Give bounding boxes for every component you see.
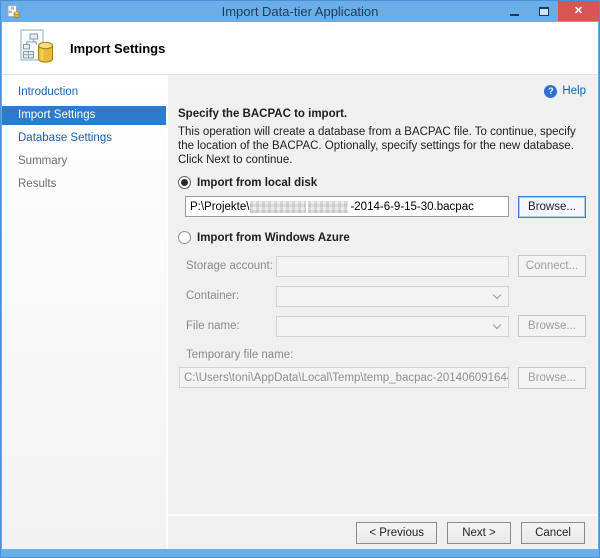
close-icon: ✕ (573, 4, 584, 17)
path-prefix: P:\Projekte\ (190, 200, 250, 213)
section-heading: Specify the BACPAC to import. (178, 108, 348, 120)
radio-unselected-icon (178, 231, 191, 244)
connect-button: Connect... (518, 255, 586, 277)
container-dropdown (276, 285, 509, 307)
radio-azure-label: Import from Windows Azure (197, 231, 350, 244)
radio-import-windows-azure[interactable]: Import from Windows Azure (178, 231, 586, 244)
maximize-button[interactable] (529, 1, 558, 21)
storage-account-label: Storage account: (186, 260, 273, 272)
minimize-button[interactable] (500, 1, 529, 21)
section-description: This operation will create a database fr… (178, 126, 576, 166)
file-name-label: File name: (186, 320, 240, 332)
maximize-icon (538, 6, 549, 16)
radio-selected-icon (178, 176, 191, 189)
azure-settings-group: Storage account: Connect... Container: F… (178, 255, 586, 337)
previous-button[interactable]: < Previous (356, 521, 437, 544)
wizard-footer: < Previous Next > Cancel (168, 514, 598, 549)
nav-item-summary: Summary (18, 155, 68, 167)
redacted-text (308, 200, 349, 213)
file-name-dropdown (276, 315, 509, 337)
nav-item-import-settings[interactable]: Import Settings (2, 106, 166, 125)
next-button[interactable]: Next > (447, 521, 511, 544)
temporary-file-name-input: C:\Users\toni\AppData\Local\Temp\temp_ba… (179, 367, 509, 388)
storage-account-input (276, 255, 509, 277)
chevron-down-icon (492, 320, 502, 329)
help-link[interactable]: ? Help (178, 83, 586, 99)
nav-item-results: Results (18, 178, 57, 190)
nav-item-introduction[interactable]: Introduction (2, 83, 166, 102)
browse-azure-button: Browse... (518, 315, 586, 337)
page-title: Import Settings (70, 40, 166, 56)
app-icon (7, 4, 20, 18)
browse-temp-button: Browse... (518, 367, 586, 389)
import-settings-icon (20, 29, 53, 63)
temporary-file-name-label: Temporary file name: (186, 349, 294, 361)
main-pane: ? Help Specify the BACPAC to import. Thi… (168, 75, 598, 514)
window-controls: ✕ (500, 1, 599, 21)
radio-import-local-disk[interactable]: Import from local disk (178, 176, 586, 189)
container-label: Container: (186, 290, 240, 302)
import-data-tier-application-window: Import Data-tier Application ✕ Import Se… (0, 0, 600, 558)
wizard-header: Import Settings (2, 22, 598, 75)
help-icon: ? (544, 84, 558, 98)
nav-item-database-settings[interactable]: Database Settings (2, 129, 166, 148)
radio-local-label: Import from local disk (197, 176, 318, 189)
chevron-down-icon (492, 290, 502, 299)
cancel-button[interactable]: Cancel (521, 521, 585, 544)
redacted-text (250, 200, 307, 213)
help-label: Help (562, 85, 586, 97)
titlebar[interactable]: Import Data-tier Application ✕ (0, 0, 600, 22)
bacpac-path-input[interactable]: P:\Projekte\ -2014-6-9-15-30.bacpac (185, 196, 509, 217)
dialog-body: Import Settings Introduction Import Sett… (2, 22, 598, 549)
minimize-icon (510, 13, 519, 16)
wizard-nav: Introduction Import Settings Database Se… (2, 75, 166, 549)
path-suffix: -2014-6-9-15-30.bacpac (350, 200, 474, 213)
close-button[interactable]: ✕ (558, 1, 599, 21)
browse-local-button[interactable]: Browse... (518, 196, 586, 218)
